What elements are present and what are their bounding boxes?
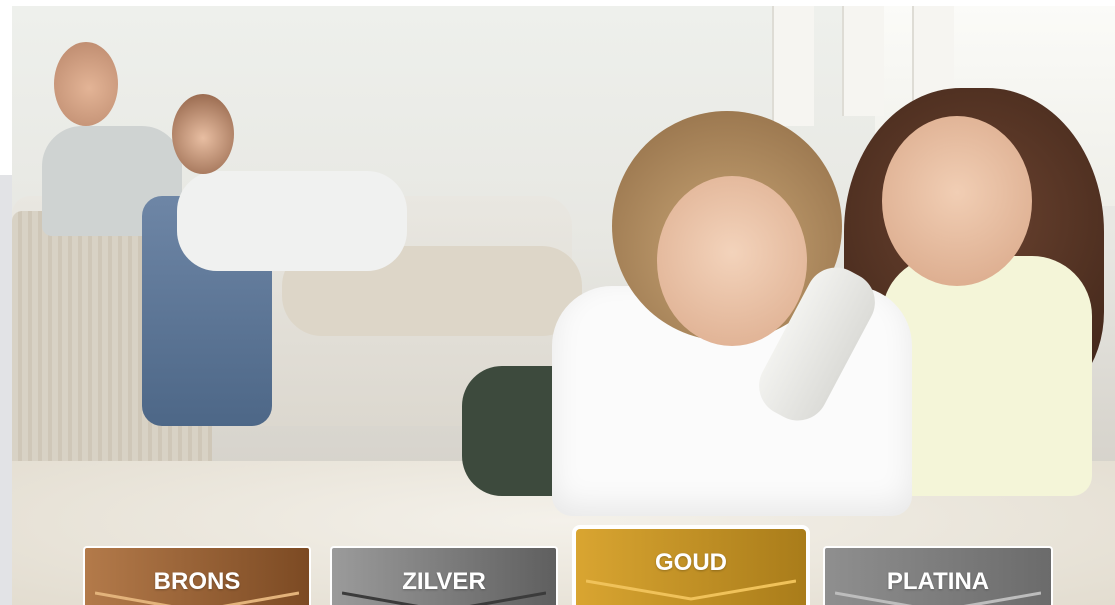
chevron-down-icon	[586, 579, 796, 603]
mother-figure	[177, 171, 407, 271]
hero-family-photo	[12, 6, 1115, 605]
chevron-down-icon	[342, 591, 546, 605]
chevron-down-icon	[835, 591, 1041, 605]
left-sidebar-edge	[0, 175, 12, 605]
package-tab-platina[interactable]: PLATINA	[823, 546, 1053, 605]
package-tab-goud[interactable]: GOUD	[572, 525, 810, 605]
girl-face	[882, 116, 1032, 286]
girl-figure	[882, 256, 1092, 496]
father-head	[54, 42, 118, 126]
mother-head	[172, 94, 234, 174]
chevron-down-icon	[95, 591, 299, 605]
staircase-rail	[772, 6, 814, 126]
boy-face	[657, 176, 807, 346]
package-tab-brons[interactable]: BRONS	[83, 546, 311, 605]
staircase-rail	[842, 6, 884, 116]
package-tab-zilver[interactable]: ZILVER	[330, 546, 558, 605]
package-label: GOUD	[655, 549, 727, 576]
